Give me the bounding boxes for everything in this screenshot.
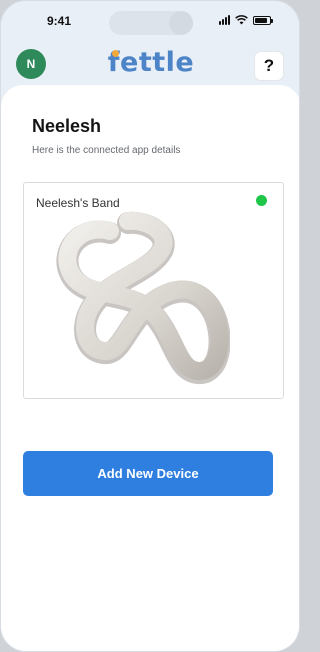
- logo-accent-dot: [112, 50, 119, 57]
- phone-screen: 9:41 N fettle ? Neelesh Here is the conn…: [0, 0, 300, 652]
- avatar[interactable]: N: [16, 49, 46, 79]
- infinity-band-icon: [56, 211, 230, 384]
- add-new-device-button[interactable]: Add New Device: [23, 451, 273, 496]
- user-name-heading: Neelesh: [32, 116, 102, 136]
- status-time: 9:41: [47, 14, 72, 28]
- content-sheet: Neelesh Here is the connected app detail…: [1, 85, 299, 651]
- device-card[interactable]: Neelesh's Band: [23, 182, 284, 399]
- wifi-icon: [235, 15, 248, 25]
- battery-icon: [253, 15, 273, 25]
- help-button[interactable]: ?: [254, 51, 284, 81]
- status-icons: [219, 15, 273, 25]
- battery-level: [255, 17, 267, 23]
- device-name: Neelesh's Band: [36, 196, 120, 210]
- dynamic-island-camera: [169, 11, 193, 35]
- app-header: N fettle ?: [1, 45, 299, 85]
- connection-status-dot: [256, 195, 267, 206]
- cellular-signal-icon: [219, 15, 230, 25]
- status-bar: 9:41: [1, 1, 299, 41]
- page-subtitle: Here is the connected app details: [32, 145, 181, 156]
